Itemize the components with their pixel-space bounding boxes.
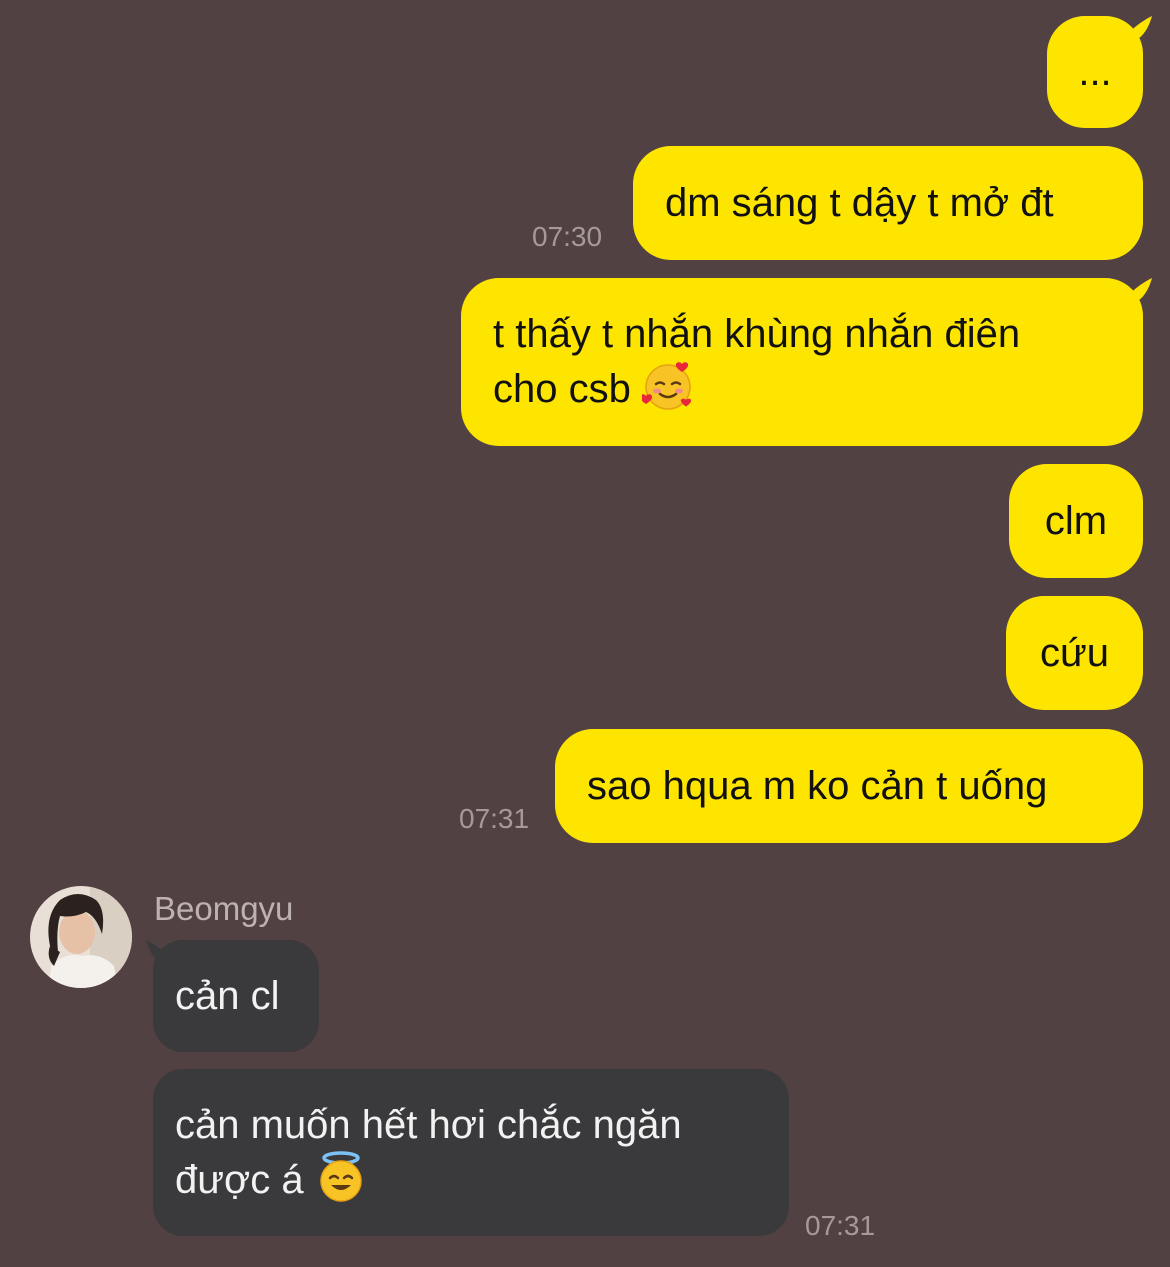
- message-bubble[interactable]: sao hqua m ko cản t uống: [555, 729, 1143, 843]
- smiling-face-with-halo-icon: [320, 1151, 362, 1202]
- smiling-face-with-hearts-icon: [641, 362, 692, 410]
- message-bubble[interactable]: dm sáng t dậy t mở đt: [633, 146, 1143, 260]
- message-text-line: cản muốn hết hơi chắc ngăn: [175, 1103, 682, 1147]
- message-bubble[interactable]: cứu: [1006, 596, 1143, 710]
- message-timestamp: 07:30: [532, 221, 603, 252]
- message-text: cản cl: [175, 974, 280, 1018]
- avatar[interactable]: [30, 886, 132, 988]
- message-bubble[interactable]: cản muốn hết hơi chắc ngăn được á: [153, 1069, 789, 1236]
- message-bubble[interactable]: cản cl: [153, 940, 319, 1052]
- message-bubble[interactable]: t thấy t nhắn khùng nhắn điên cho csb: [461, 278, 1143, 446]
- message-text: clm: [1044, 499, 1108, 543]
- message-text-line: t thấy t nhắn khùng nhắn điên: [493, 312, 1021, 356]
- message-text-line: cho csb: [493, 360, 1111, 415]
- message-text: cứu: [1039, 631, 1110, 675]
- message-text: sao hqua m ko cản t uống: [587, 764, 1048, 808]
- avatar-photo: [30, 886, 132, 988]
- message-bubble[interactable]: ...: [1047, 16, 1143, 128]
- sender-name: Beomgyu: [154, 890, 294, 927]
- message-timestamp: 07:31: [805, 1210, 876, 1241]
- message-text: ...: [1078, 50, 1112, 94]
- message-timestamp: 07:31: [459, 803, 530, 834]
- message-bubble[interactable]: clm: [1009, 464, 1143, 578]
- message-text-line: được á: [175, 1151, 767, 1206]
- message-text: dm sáng t dậy t mở đt: [665, 181, 1054, 225]
